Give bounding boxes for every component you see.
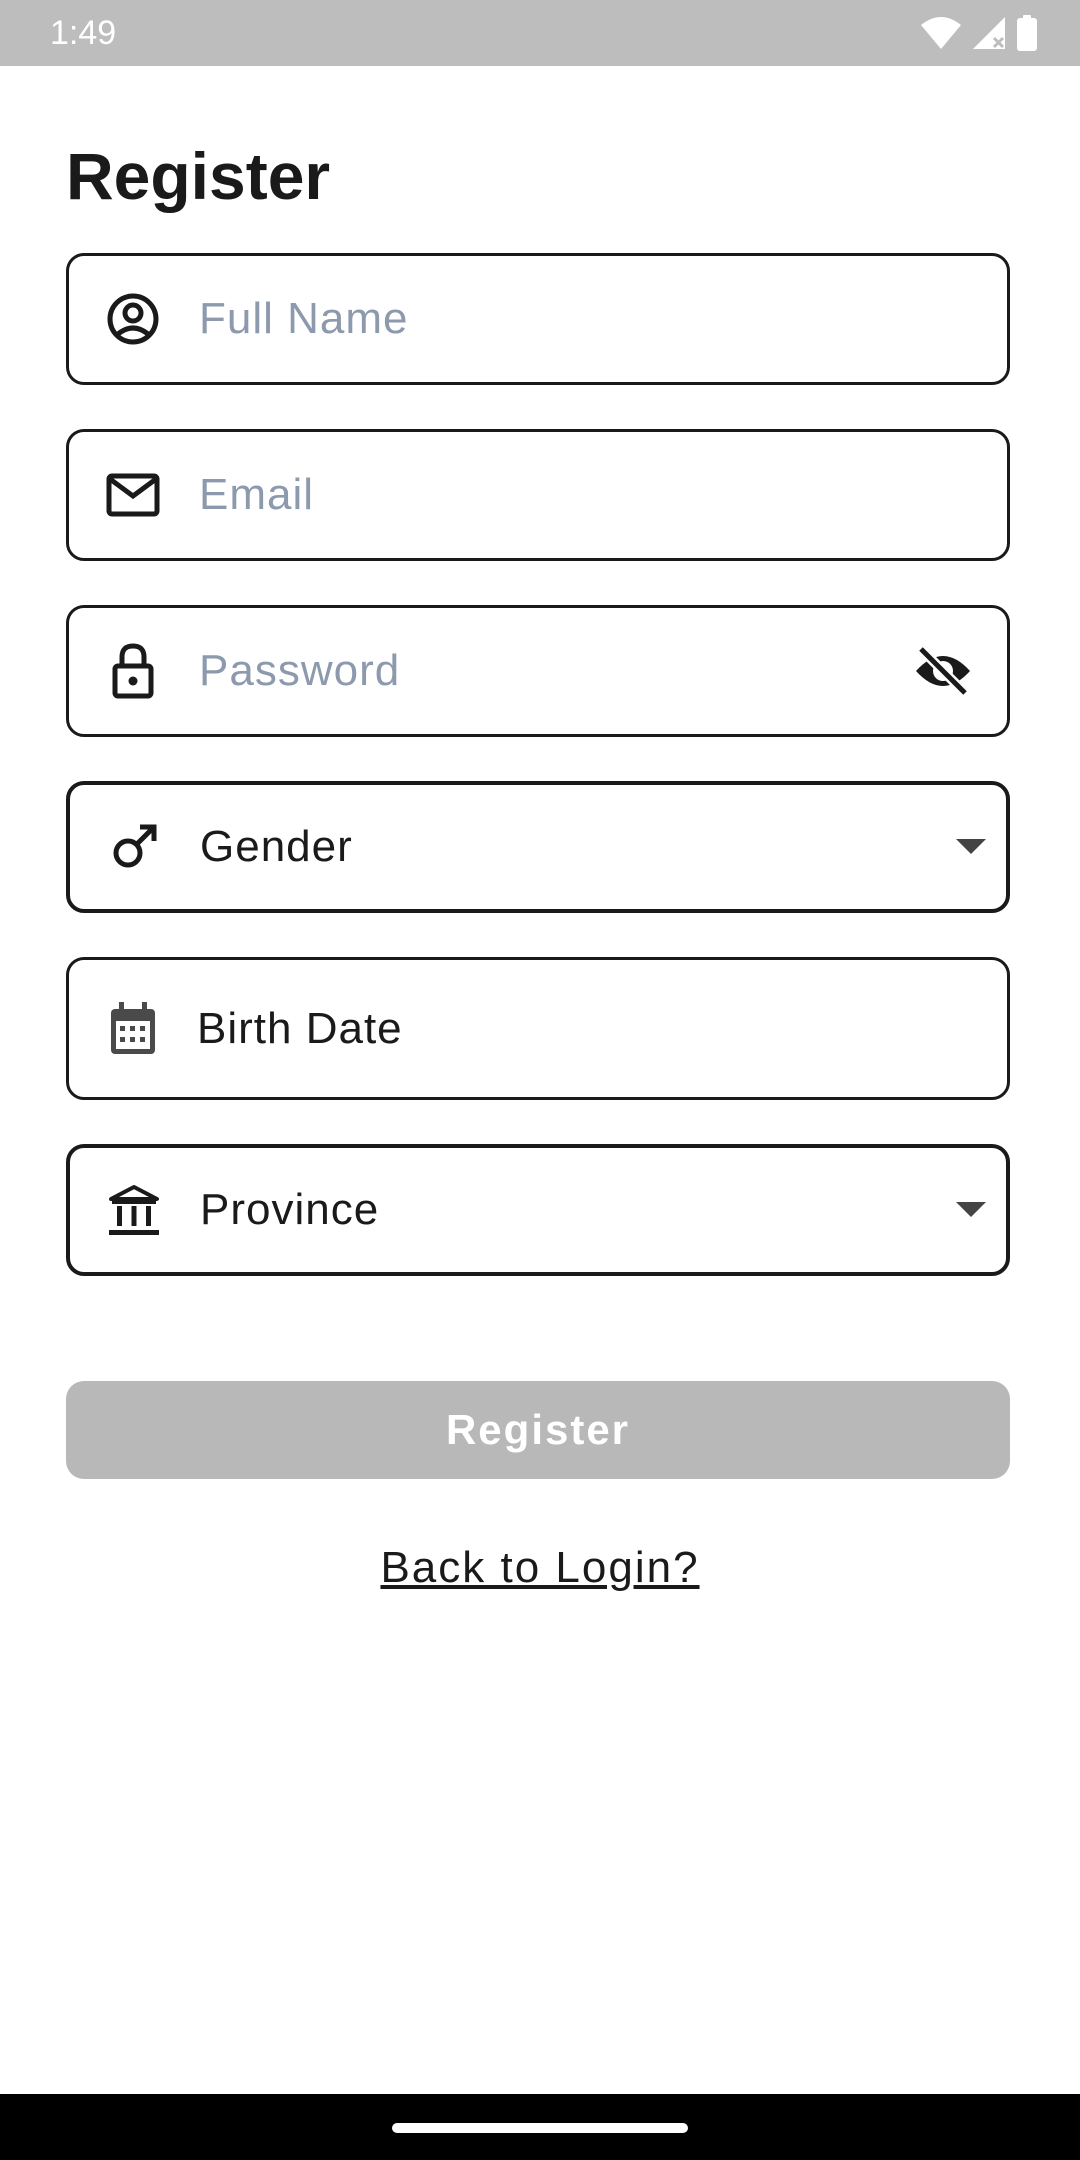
- status-time: 1:49: [50, 14, 117, 52]
- page-title: Register: [66, 139, 331, 213]
- password-input[interactable]: [199, 608, 897, 734]
- register-screen: 1:49 Register Full Name Email Gender Bir…: [0, 0, 1080, 2160]
- status-icons: [920, 15, 1038, 51]
- battery-icon: [1016, 15, 1038, 51]
- birth-date-label: Birth Date: [197, 1003, 403, 1053]
- province-label: Province: [200, 1185, 380, 1234]
- gender-label: Gender: [200, 822, 353, 871]
- male-icon: [106, 819, 162, 875]
- password-field[interactable]: [66, 605, 1010, 737]
- email-field[interactable]: [66, 429, 1010, 561]
- cellular-signal-icon: [972, 16, 1006, 50]
- wifi-icon: [920, 16, 962, 50]
- dropdown-arrow-icon: [954, 1193, 988, 1227]
- full-name-field[interactable]: [66, 253, 1010, 385]
- province-dropdown[interactable]: Province: [66, 1144, 1010, 1276]
- mail-icon: [105, 467, 161, 523]
- account-circle-icon: [105, 291, 161, 347]
- visibility-off-icon[interactable]: [913, 641, 973, 701]
- lock-icon: [105, 643, 161, 699]
- home-indicator[interactable]: [392, 2123, 688, 2133]
- gender-dropdown[interactable]: Gender: [66, 781, 1010, 913]
- dropdown-arrow-icon: [954, 830, 988, 864]
- calendar-icon: [105, 1001, 161, 1057]
- email-input[interactable]: [199, 432, 897, 558]
- birth-date-field[interactable]: Birth Date: [66, 957, 1010, 1100]
- full-name-input[interactable]: [199, 256, 897, 382]
- back-to-login-link[interactable]: Back to Login?: [0, 1540, 1080, 1596]
- bank-building-icon: [106, 1182, 162, 1238]
- register-button[interactable]: Register: [66, 1381, 1010, 1479]
- status-bar: 1:49: [0, 0, 1080, 66]
